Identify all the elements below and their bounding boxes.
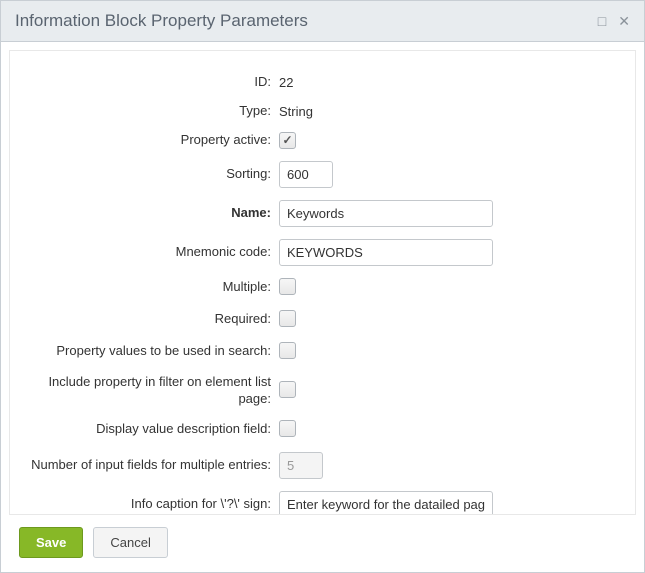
name-input[interactable] [279, 200, 493, 227]
required-label: Required: [20, 307, 275, 333]
id-label: ID: [20, 71, 275, 94]
row-type: Type: String [20, 100, 625, 123]
filter-label: Include property in filter on element li… [20, 371, 275, 411]
search-checkbox[interactable] [279, 342, 296, 359]
save-button[interactable]: Save [19, 527, 83, 558]
search-label: Property values to be used in search: [20, 339, 275, 365]
row-mnemonic: Mnemonic code: [20, 236, 625, 269]
active-checkbox[interactable] [279, 132, 296, 149]
row-active: Property active: [20, 129, 625, 152]
cancel-button[interactable]: Cancel [93, 527, 167, 558]
type-label: Type: [20, 100, 275, 123]
active-label: Property active: [20, 129, 275, 152]
close-icon[interactable]: ✕ [618, 14, 630, 28]
display-desc-label: Display value description field: [20, 417, 275, 443]
multiple-label: Multiple: [20, 275, 275, 301]
mnemonic-label: Mnemonic code: [20, 236, 275, 269]
info-caption-input[interactable] [279, 491, 493, 515]
content-wrap: ID: 22 Type: String Property active: Sor… [1, 42, 644, 572]
num-fields-label: Number of input fields for multiple entr… [20, 449, 275, 482]
row-display-desc: Display value description field: [20, 417, 625, 443]
form-scroll-area[interactable]: ID: 22 Type: String Property active: Sor… [9, 50, 636, 515]
multiple-checkbox[interactable] [279, 278, 296, 295]
maximize-icon[interactable]: □ [598, 14, 606, 28]
row-name: Name: [20, 197, 625, 230]
required-checkbox[interactable] [279, 310, 296, 327]
window-controls: □ ✕ [598, 14, 630, 28]
row-info-caption: Info caption for \'?\' sign: [20, 488, 625, 515]
titlebar: Information Block Property Parameters □ … [1, 1, 644, 42]
dialog-window: Information Block Property Parameters □ … [0, 0, 645, 573]
sorting-input[interactable] [279, 161, 333, 188]
mnemonic-input[interactable] [279, 239, 493, 266]
filter-checkbox[interactable] [279, 381, 296, 398]
num-fields-input [279, 452, 323, 479]
row-search: Property values to be used in search: [20, 339, 625, 365]
window-title: Information Block Property Parameters [15, 11, 308, 31]
name-label: Name: [20, 197, 275, 230]
row-filter: Include property in filter on element li… [20, 371, 625, 411]
display-desc-checkbox[interactable] [279, 420, 296, 437]
dialog-footer: Save Cancel [9, 515, 636, 572]
id-value: 22 [275, 71, 625, 94]
row-multiple: Multiple: [20, 275, 625, 301]
row-sorting: Sorting: [20, 158, 625, 191]
row-required: Required: [20, 307, 625, 333]
sorting-label: Sorting: [20, 158, 275, 191]
row-id: ID: 22 [20, 71, 625, 94]
row-num-fields: Number of input fields for multiple entr… [20, 449, 625, 482]
info-caption-label: Info caption for \'?\' sign: [20, 488, 275, 515]
form-table: ID: 22 Type: String Property active: Sor… [20, 65, 625, 515]
type-value: String [275, 100, 625, 123]
